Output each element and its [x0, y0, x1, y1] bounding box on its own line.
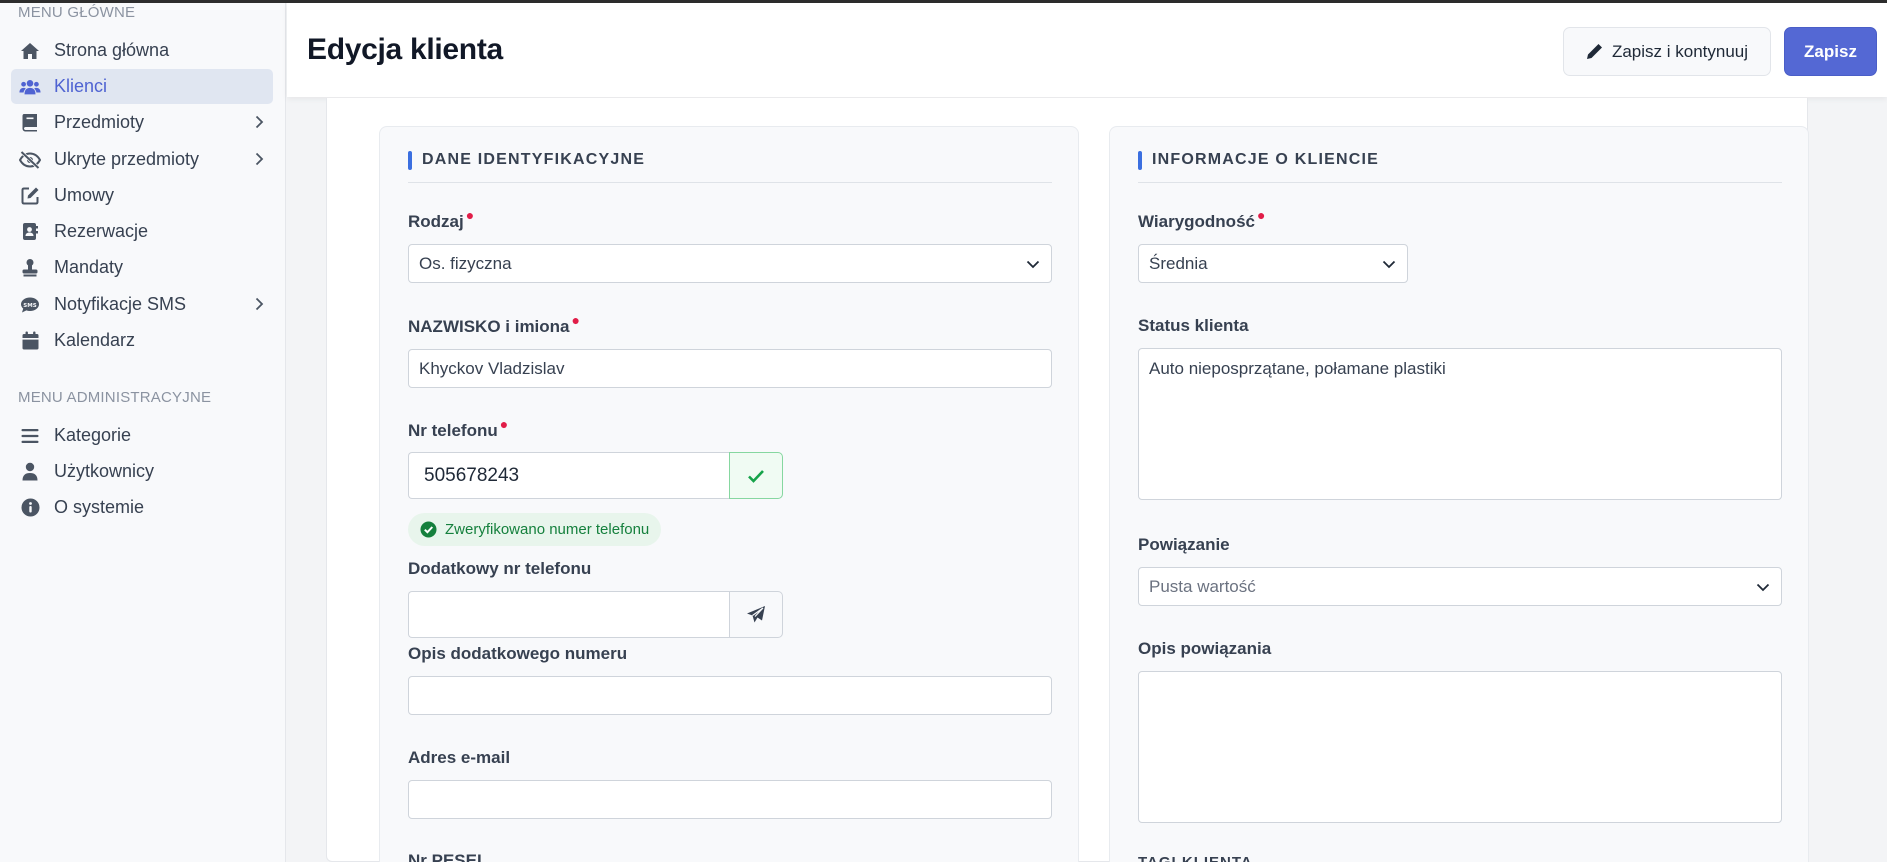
relation-select[interactable]: Pusta wartość — [1138, 567, 1782, 606]
eye-slash-icon — [19, 149, 41, 171]
sidebar-item-label: Ukryte przedmioty — [54, 149, 200, 169]
extra-phone-desc-input[interactable] — [408, 676, 1052, 715]
sidebar: MENU GŁÓWNE Strona główna Klienci Przedm… — [0, 3, 286, 862]
identification-panel: DANE IDENTYFIKACYJNE Rodzaj ● Os. fizyczn… — [379, 126, 1079, 862]
pencil-icon — [1586, 44, 1602, 59]
sms-icon: SMS — [19, 294, 41, 316]
chevron-down-icon — [1756, 583, 1770, 591]
sidebar-item-label: Klienci — [54, 76, 108, 96]
home-icon — [19, 40, 41, 62]
address-book-icon — [19, 221, 41, 243]
send-sms-button[interactable] — [729, 591, 783, 638]
sidebar-item-label: Kalendarz — [54, 330, 136, 350]
relation-label: Powiązanie — [1138, 535, 1230, 554]
type-label: Rodzaj ● — [408, 207, 475, 231]
tags-label: TAGI KLIENTA — [1138, 854, 1253, 862]
sidebar-item-calendar[interactable]: Kalendarz — [11, 323, 273, 358]
main-menu-heading: MENU GŁÓWNE — [18, 4, 136, 21]
page-title: Edycja klienta — [307, 33, 503, 66]
sidebar-item-home[interactable]: Strona główna — [11, 33, 273, 68]
stamp-icon — [19, 257, 41, 279]
edit-icon — [19, 185, 41, 207]
save-and-continue-label: Zapisz i kontynuuj — [1611, 41, 1749, 61]
identification-section-title: DANE IDENTYFIKACYJNE — [408, 151, 1052, 183]
required-marker: ● — [1256, 207, 1266, 223]
phone-input[interactable]: 505678243 — [408, 452, 729, 499]
name-label: NAZWISKO i imiona ● — [408, 312, 580, 336]
sidebar-item-items[interactable]: Przedmioty — [11, 105, 273, 140]
sidebar-item-reservations[interactable]: Rezerwacje — [11, 214, 273, 249]
relation-desc-textarea[interactable] — [1138, 671, 1782, 823]
name-input[interactable]: Khyckov Vladzislav — [408, 349, 1052, 388]
extra-phone-input-group — [408, 591, 783, 638]
credibility-select[interactable]: Średnia — [1138, 244, 1408, 283]
extra-phone-input[interactable] — [408, 591, 729, 638]
check-icon — [748, 469, 764, 483]
admin-menu-heading: MENU ADMINISTRACYJNE — [18, 389, 212, 406]
required-marker: ● — [571, 312, 580, 328]
sidebar-item-label: Strona główna — [54, 40, 170, 60]
status-textarea[interactable]: Auto nieposprzątane, połamane plastiki — [1138, 348, 1782, 500]
sidebar-item-contracts[interactable]: Umowy — [11, 178, 273, 213]
chevron-right-icon — [255, 115, 264, 129]
type-select[interactable]: Os. fizyczna — [408, 244, 1052, 283]
sidebar-item-label: O systemie — [54, 497, 145, 517]
status-label: Status klienta — [1138, 316, 1249, 335]
phone-input-group: 505678243 — [408, 452, 783, 499]
credibility-label: Wiarygodność ● — [1138, 207, 1266, 231]
extra-phone-label: Dodatkowy nr telefonu — [408, 559, 592, 578]
svg-text:SMS: SMS — [23, 302, 36, 308]
sidebar-item-users[interactable]: Użytkownicy — [11, 454, 273, 489]
sidebar-item-label: Rezerwacje — [54, 221, 149, 241]
paper-plane-icon — [747, 606, 765, 623]
client-info-section-title: INFORMACJE O KLIENCIE — [1138, 151, 1782, 183]
sidebar-item-label: Użytkownicy — [54, 461, 155, 481]
book-icon — [19, 112, 41, 134]
main-content: DANE IDENTYFIKACYJNE Rodzaj ● Os. fizyczn… — [326, 98, 1809, 862]
bars-icon — [19, 425, 41, 447]
chevron-right-icon — [255, 152, 264, 166]
email-input[interactable] — [408, 780, 1052, 819]
required-marker: ● — [499, 416, 509, 432]
sidebar-item-label: Przedmioty — [54, 112, 145, 132]
phone-verified-badge: Zweryfikowano numer telefonu — [408, 513, 662, 546]
info-circle-icon — [19, 497, 41, 519]
sidebar-item-sms-notifications[interactable]: SMS Notyfikacje SMS — [11, 287, 273, 322]
sidebar-item-categories[interactable]: Kategorie — [11, 418, 273, 453]
sidebar-item-hidden-items[interactable]: Ukryte przedmioty — [11, 142, 273, 177]
chevron-right-icon — [255, 297, 264, 311]
users-icon — [19, 76, 41, 98]
client-info-panel: INFORMACJE O KLIENCIE Wiarygodność ● Śred… — [1109, 126, 1809, 862]
sidebar-item-label: Kategorie — [54, 425, 132, 445]
save-button[interactable]: Zapisz — [1784, 27, 1877, 76]
email-label: Adres e-mail — [408, 748, 511, 767]
sidebar-item-clients[interactable]: Klienci — [11, 69, 273, 104]
relation-desc-label: Opis powiązania — [1138, 639, 1272, 658]
sidebar-item-label: Mandaty — [54, 257, 124, 277]
sidebar-item-label: Notyfikacje SMS — [54, 294, 187, 314]
check-circle-icon — [420, 521, 437, 538]
phone-label: Nr telefonu ● — [408, 416, 509, 440]
page-header: Edycja klienta Zapisz i kontynuuj Zapisz — [287, 3, 1887, 97]
required-marker: ● — [465, 207, 475, 223]
save-and-continue-button[interactable]: Zapisz i kontynuuj — [1563, 27, 1771, 76]
extra-phone-desc-label: Opis dodatkowego numeru — [408, 644, 628, 663]
sidebar-item-label: Umowy — [54, 185, 115, 205]
pesel-label: Nr PESEL — [408, 851, 488, 862]
calendar-icon — [19, 330, 41, 352]
sidebar-item-fines[interactable]: Mandaty — [11, 250, 273, 285]
user-icon — [19, 461, 41, 483]
sidebar-item-about[interactable]: O systemie — [11, 490, 273, 525]
phone-verify-button[interactable] — [729, 452, 783, 499]
chevron-down-icon — [1382, 260, 1396, 268]
chevron-down-icon — [1026, 260, 1040, 268]
